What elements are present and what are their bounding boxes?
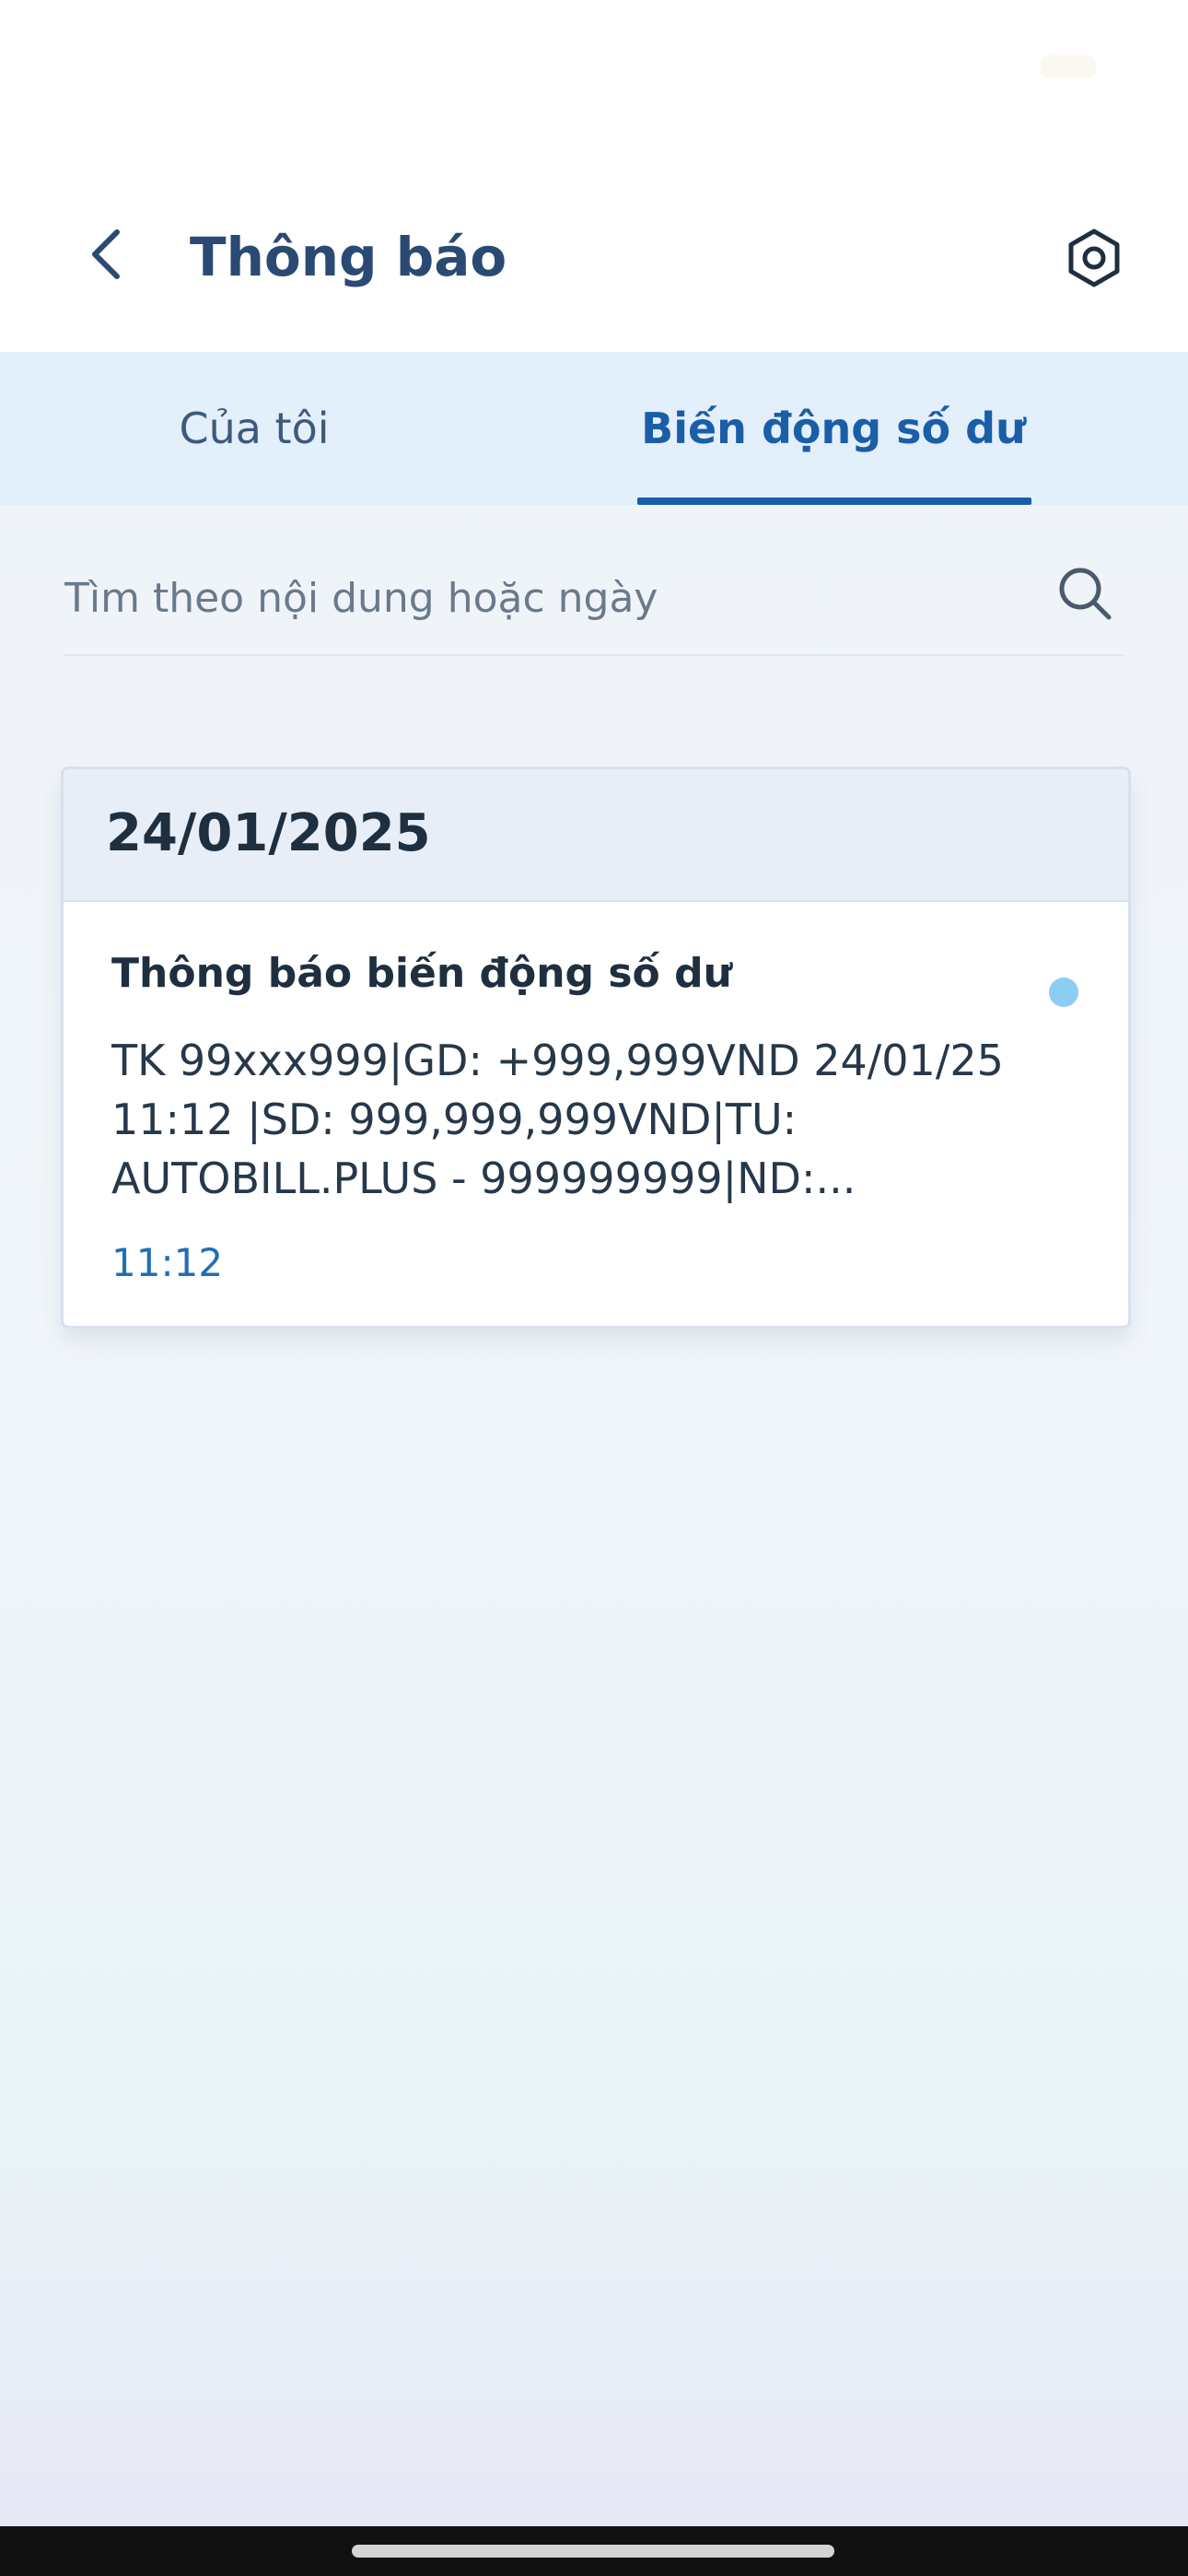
chevron-left-icon (87, 227, 124, 286)
tab-bien-dong-so-du[interactable]: Biến động số dư (635, 352, 1031, 505)
notification-item[interactable]: Thông báo biến động số dư TK 99xxx999|GD… (64, 902, 1128, 1326)
status-indicator (1041, 55, 1096, 77)
notification-group-card: 24/01/2025 Thông báo biến động số dư TK … (61, 767, 1131, 1329)
settings-button[interactable] (1057, 223, 1131, 297)
tab-bar: Của tôi Biến động số dư (0, 352, 1188, 505)
notification-body: TK 99xxx999|GD: +999,999VND 24/01/25 11:… (111, 1036, 1004, 1203)
page-title: Thông báo (190, 226, 507, 288)
home-indicator[interactable] (352, 2545, 834, 2558)
search-input[interactable] (64, 556, 1004, 639)
notification-time: 11:12 (111, 1240, 224, 1285)
active-tab-indicator (637, 498, 1031, 505)
gear-icon (1064, 228, 1124, 292)
tab-cua-toi[interactable]: Của tôi (0, 352, 508, 505)
search-button[interactable] (1052, 562, 1118, 628)
search-bar (64, 542, 1124, 656)
status-bar (0, 0, 1188, 138)
group-date: 24/01/2025 (106, 803, 431, 863)
search-icon (1056, 565, 1113, 626)
back-button[interactable] (74, 219, 138, 293)
app-header: Thông báo (0, 138, 1188, 352)
notification-title: Thông báo biến động số dư (111, 950, 732, 997)
unread-dot (1049, 978, 1078, 1007)
date-header: 24/01/2025 (64, 769, 1128, 902)
